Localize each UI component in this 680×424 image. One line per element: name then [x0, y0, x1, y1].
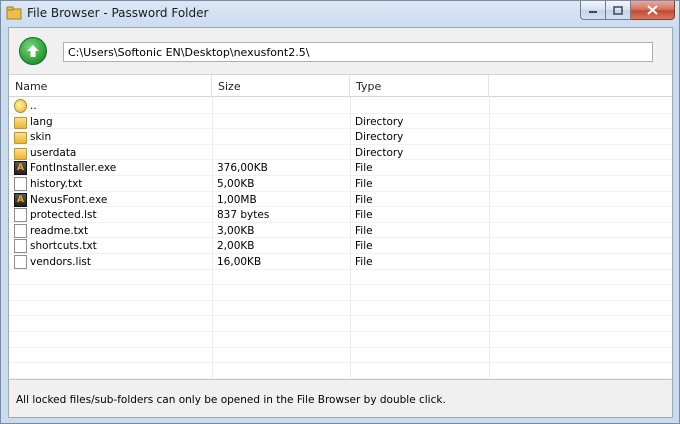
file-icon [14, 239, 27, 254]
window-title: File Browser - Password Folder [27, 6, 209, 20]
file-size: 1,00MB [217, 193, 257, 206]
file-size: 837 bytes [217, 209, 270, 222]
file-name: NexusFont.exe [30, 193, 108, 206]
file-name: lang [30, 115, 53, 128]
file-rows: .. lang Directory skin Directory userdata Dire… [9, 98, 672, 270]
caption-buttons [580, 1, 675, 21]
file-row[interactable]: userdata Directory [9, 145, 672, 161]
title-bar[interactable]: File Browser - Password Folder [1, 1, 679, 26]
file-type: File [355, 240, 373, 253]
exe-icon: A [14, 161, 27, 176]
file-row[interactable]: lang Directory [9, 114, 672, 130]
app-icon [6, 6, 22, 20]
file-name-cell: shortcuts.txt [14, 238, 210, 254]
file-name: shortcuts.txt [30, 240, 97, 253]
folder-icon [14, 147, 27, 160]
path-input[interactable] [63, 42, 653, 62]
file-type: File [355, 209, 373, 222]
file-size [217, 98, 347, 114]
file-row[interactable]: readme.txt 3,00KB File [9, 223, 672, 239]
file-row[interactable]: protected.lst 837 bytes File [9, 207, 672, 223]
up-arrow-icon [27, 45, 39, 57]
file-size [217, 145, 347, 161]
column-header-filler [489, 75, 672, 97]
file-row[interactable]: .. [9, 98, 672, 114]
file-name-cell: A NexusFont.exe [14, 192, 210, 208]
file-name: history.txt [30, 177, 83, 190]
file-row[interactable]: skin Directory [9, 129, 672, 145]
status-bar: All locked files/sub-folders can only be… [9, 379, 672, 417]
folder-icon [14, 116, 27, 129]
file-type: Directory [355, 146, 404, 159]
folder-icon [14, 132, 27, 145]
file-name-cell: readme.txt [14, 223, 210, 239]
minimize-icon [589, 11, 597, 13]
file-name: readme.txt [30, 224, 89, 237]
file-name-cell: A FontInstaller.exe [14, 160, 210, 176]
close-button[interactable] [631, 1, 675, 20]
file-name: skin [30, 131, 52, 144]
file-size: 2,00KB [217, 240, 255, 253]
file-type: File [355, 224, 373, 237]
minimize-button[interactable] [580, 1, 606, 20]
file-name: .. [30, 100, 37, 112]
file-row[interactable]: history.txt 5,00KB File [9, 176, 672, 192]
file-row[interactable]: A NexusFont.exe 1,00MB File [9, 192, 672, 208]
file-row[interactable]: shortcuts.txt 2,00KB File [9, 238, 672, 254]
file-name-cell: userdata [14, 145, 210, 161]
file-size: 3,00KB [217, 224, 255, 237]
file-list[interactable]: Name Size Type .. lang Directory skin Direct… [9, 74, 672, 379]
file-name: vendors.list [30, 255, 91, 268]
file-size: 376,00KB [217, 162, 268, 175]
file-type: Directory [355, 131, 404, 144]
column-header-type[interactable]: Type [350, 75, 489, 97]
file-size: 5,00KB [217, 177, 255, 190]
close-icon [647, 5, 658, 15]
column-header-name[interactable]: Name [9, 75, 212, 97]
file-name-cell: vendors.list [14, 254, 210, 270]
file-icon [14, 176, 27, 191]
list-header: Name Size Type [9, 75, 672, 97]
file-type: Directory [355, 115, 404, 128]
up-folder-button[interactable] [19, 37, 47, 65]
file-type: File [355, 193, 373, 206]
exe-icon: A [14, 192, 27, 207]
file-type: File [355, 177, 373, 190]
file-icon [14, 254, 27, 269]
file-type: File [355, 255, 373, 268]
file-name: protected.lst [30, 209, 97, 222]
file-name-cell: skin [14, 129, 210, 145]
maximize-button[interactable] [606, 1, 631, 20]
client-area: Name Size Type .. lang Directory skin Direct… [8, 27, 673, 418]
file-size [217, 129, 347, 145]
file-type: File [355, 162, 373, 175]
file-type [355, 98, 490, 114]
file-row[interactable]: A FontInstaller.exe 376,00KB File [9, 160, 672, 176]
file-row[interactable]: vendors.list 16,00KB File [9, 254, 672, 270]
file-size [217, 114, 347, 130]
file-name-cell: history.txt [14, 176, 210, 192]
file-size: 16,00KB [217, 255, 262, 268]
path-toolbar [9, 28, 672, 74]
file-browser-window: File Browser - Password Folder Na [0, 0, 680, 424]
file-name-cell: protected.lst [14, 207, 210, 223]
file-name: userdata [30, 146, 77, 159]
maximize-icon [613, 5, 623, 15]
column-header-size[interactable]: Size [212, 75, 350, 97]
file-icon [14, 223, 27, 238]
parent-folder-icon [14, 99, 27, 113]
file-icon [14, 208, 27, 223]
file-name-cell: .. [14, 98, 210, 114]
file-name: FontInstaller.exe [30, 162, 117, 175]
file-name-cell: lang [14, 114, 210, 130]
